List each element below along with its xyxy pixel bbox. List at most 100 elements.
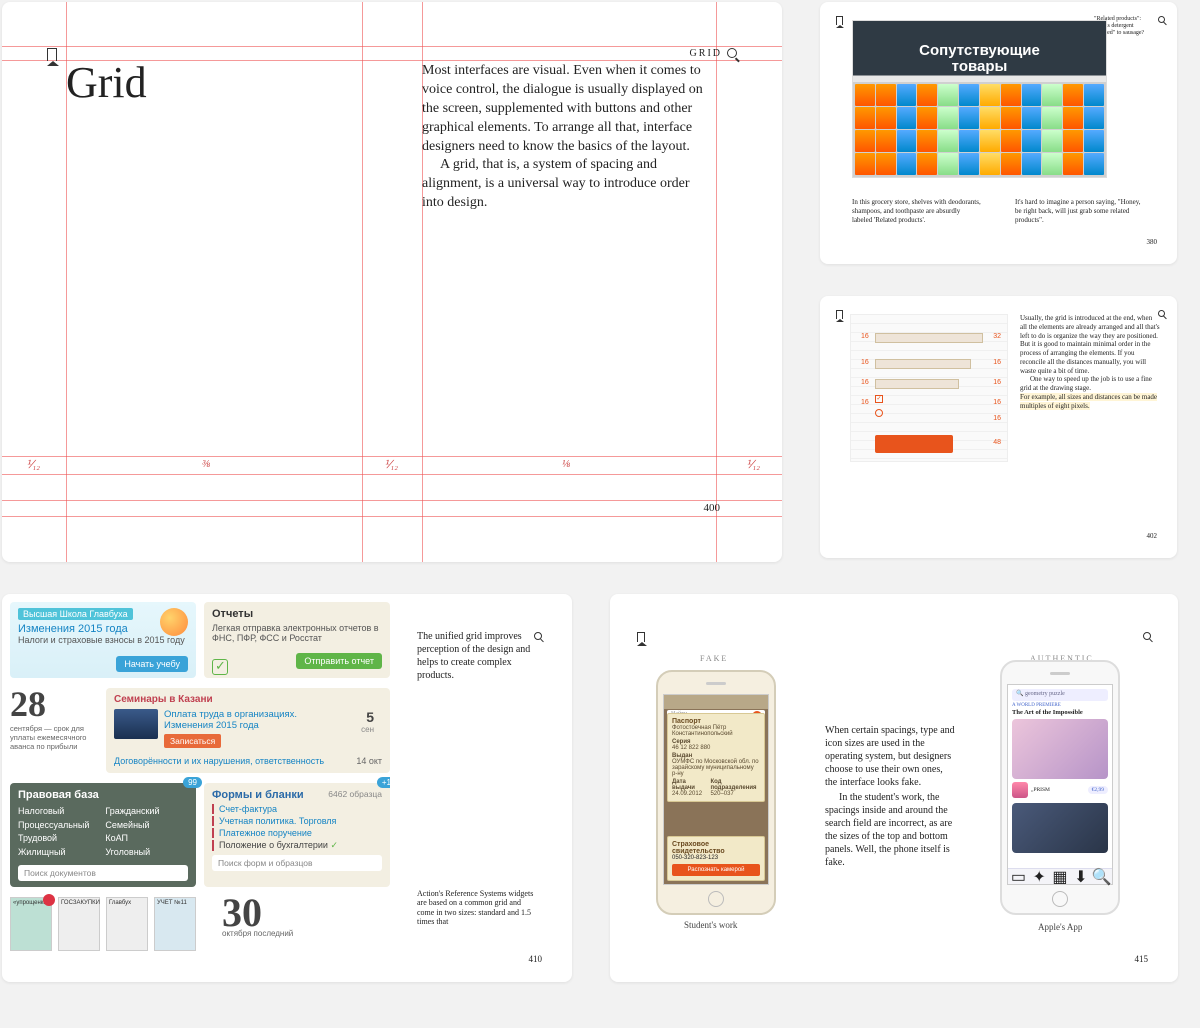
- section-label: A WORLD PREMIERE: [1012, 703, 1061, 708]
- bookmark-icon[interactable]: [637, 632, 645, 642]
- commentary-small: Action's Reference Systems widgets are b…: [417, 889, 537, 927]
- page-thumb-related-products[interactable]: "Related products": how is detergent "re…: [820, 2, 1177, 264]
- caption-left: In this grocery store, shelves with deod…: [852, 198, 982, 224]
- bookmark-icon[interactable]: [836, 310, 843, 319]
- widget-title: Семинары в Казани: [114, 694, 382, 705]
- grid-fraction: ⅟₁₂: [746, 458, 760, 471]
- tab-games-icon: ✦: [1029, 869, 1050, 884]
- grocery-photo: Сопутствующие товары: [852, 20, 1107, 178]
- paragraph-2: A grid, that is, a system of spacing and…: [422, 156, 712, 213]
- magazine-cover: УЧЕТ №11: [154, 897, 196, 951]
- widget-reports: Отчеты Легкая отправка электронных отчет…: [204, 602, 390, 678]
- app-name: „PRISM: [1031, 787, 1085, 793]
- magazine-cover: ГОСЗАКУПКИ: [58, 897, 100, 951]
- body-text: Most interfaces are visual. Even when it…: [422, 62, 712, 213]
- paragraph-indent: One way to speed up the job is to use a …: [1020, 375, 1160, 393]
- paragraph-1: Most interfaces are visual. Even when it…: [422, 62, 712, 156]
- send-button: Отправить отчет: [296, 653, 382, 669]
- tab-search-icon: 🔍: [1091, 869, 1112, 884]
- zoom-icon[interactable]: [1143, 632, 1151, 640]
- hero-title: The Art of the Impossible: [1012, 709, 1083, 716]
- date-number: 28: [10, 688, 98, 720]
- search-input: Поиск форм и образцов: [212, 855, 382, 871]
- date-widget-30: 30 октября последний: [222, 897, 293, 938]
- zoom-icon[interactable]: [1158, 16, 1165, 23]
- field-value: 24.09.2012: [672, 791, 702, 797]
- body-text: Usually, the grid is introduced at the e…: [1020, 314, 1160, 410]
- date-widget-28: 28 сентября — срок для уплаты ежемесячно…: [10, 688, 98, 773]
- date-label: октября последний: [222, 929, 293, 938]
- sign-line: товары: [952, 58, 1008, 75]
- sign-line: Сопутствующие: [919, 42, 1040, 59]
- count-label: 6462 образца: [328, 789, 382, 799]
- dim-label: 16: [993, 379, 1001, 386]
- page-number: 410: [529, 954, 543, 964]
- passport-card: Паспорт Фотостоечная Пётр Константинопол…: [667, 713, 765, 802]
- law-link: Налоговый: [18, 805, 89, 819]
- date-number: 5: [366, 709, 374, 725]
- page-number: 415: [1135, 954, 1149, 964]
- widget-legal-base: 99 Правовая база Налоговый Процессуальны…: [10, 783, 196, 887]
- widget-title: Отчеты: [212, 608, 382, 620]
- page-number: 402: [1147, 532, 1158, 540]
- running-head: GRID: [690, 48, 722, 59]
- search-value: geometry puzzle: [1025, 691, 1065, 697]
- bookmark-icon[interactable]: [47, 48, 57, 61]
- law-link: Трудовой: [18, 832, 89, 846]
- paragraph: When certain spacings, type and icon siz…: [825, 724, 955, 789]
- cover-title: Главбух: [109, 900, 131, 906]
- price-button: €2,99: [1088, 786, 1108, 794]
- bookmark-icon[interactable]: [836, 16, 843, 25]
- zoom-icon[interactable]: [727, 48, 737, 58]
- phone-mockup-authentic: 🔍 geometry puzzle A WORLD PREMIERE The A…: [1000, 660, 1120, 915]
- tab-today-icon: ▭: [1008, 869, 1029, 884]
- page-title: Grid: [66, 57, 147, 108]
- scan-button: Распознать камерой: [672, 864, 760, 876]
- form-link: Счет-фактура: [212, 804, 382, 814]
- seminar-link: Изменения 2015 года: [164, 720, 259, 731]
- count-badge: 99: [183, 777, 202, 788]
- dim-label: 16: [993, 415, 1001, 422]
- highlighted-text: For example, all sizes and distances can…: [1020, 393, 1157, 410]
- app-icon: [1012, 782, 1028, 798]
- dim-label: 32: [993, 333, 1001, 340]
- tab-apps-icon: ▦: [1050, 869, 1071, 884]
- dim-label: 16: [993, 359, 1001, 366]
- date-number: 30: [222, 897, 293, 929]
- widget-school: Высшая Школа Главбуха Изменения 2015 год…: [10, 602, 196, 678]
- seminar-thumb: [114, 709, 158, 739]
- shelf-illustration: [853, 82, 1106, 177]
- paragraph: In the student's work, the spacings insi…: [825, 791, 955, 869]
- page-thumb-fake-vs-authentic[interactable]: FAKE AUTHENTIC Найти + Паспорт Фотостоеч…: [610, 594, 1178, 982]
- page-number: 400: [704, 502, 721, 514]
- cover-title: ГОСЗАКУПКИ: [61, 900, 100, 906]
- page-thumb-grid-diagram[interactable]: ✓ 16 16 16 16 32 16 16 16 16 48 Usually,…: [820, 296, 1177, 558]
- home-button: [708, 891, 724, 907]
- field-value: 050-320-823-123: [672, 855, 760, 861]
- law-link: Гражданский: [105, 805, 159, 819]
- page-thumb-actions-widgets[interactable]: The unified grid improves perception of …: [2, 594, 572, 982]
- law-link: Жилищный: [18, 846, 89, 860]
- grid-fraction: ⅟₁₂: [384, 458, 398, 471]
- home-button: [1052, 891, 1068, 907]
- grid-fraction: ⅜: [202, 458, 210, 470]
- app-row: „PRISM €2,99: [1012, 781, 1108, 799]
- dim-label: 16: [861, 359, 869, 366]
- paragraph: Usually, the grid is introduced at the e…: [1020, 314, 1160, 375]
- hero-image: [1012, 803, 1108, 853]
- tab-bar: ▭ ✦ ▦ ⬇ 🔍: [1008, 868, 1112, 884]
- widgets-screenshot: Высшая Школа Главбуха Изменения 2015 год…: [10, 602, 390, 974]
- form-link: Учетная политика. Торговля: [212, 816, 382, 826]
- page-number: 380: [1147, 238, 1158, 246]
- tag: Высшая Школа Главбуха: [18, 608, 133, 620]
- grid-diagram: ✓ 16 16 16 16 32 16 16 16 16 48: [850, 314, 1008, 462]
- form-link: Положение о бухгалтерии: [212, 840, 382, 851]
- commentary: The unified grid improves perception of …: [417, 630, 537, 682]
- dim-label: 48: [993, 439, 1001, 446]
- count-badge: +1: [377, 777, 390, 788]
- cover-title: УЧЕТ №11: [157, 900, 187, 906]
- field-value: 46 12 822 880: [672, 745, 710, 751]
- magazine-cover: Главбух: [106, 897, 148, 951]
- widget-forms: +1 Формы и бланки 6462 образца Счет-факт…: [204, 783, 390, 887]
- magazine-cover: «упрощенка»: [10, 897, 52, 951]
